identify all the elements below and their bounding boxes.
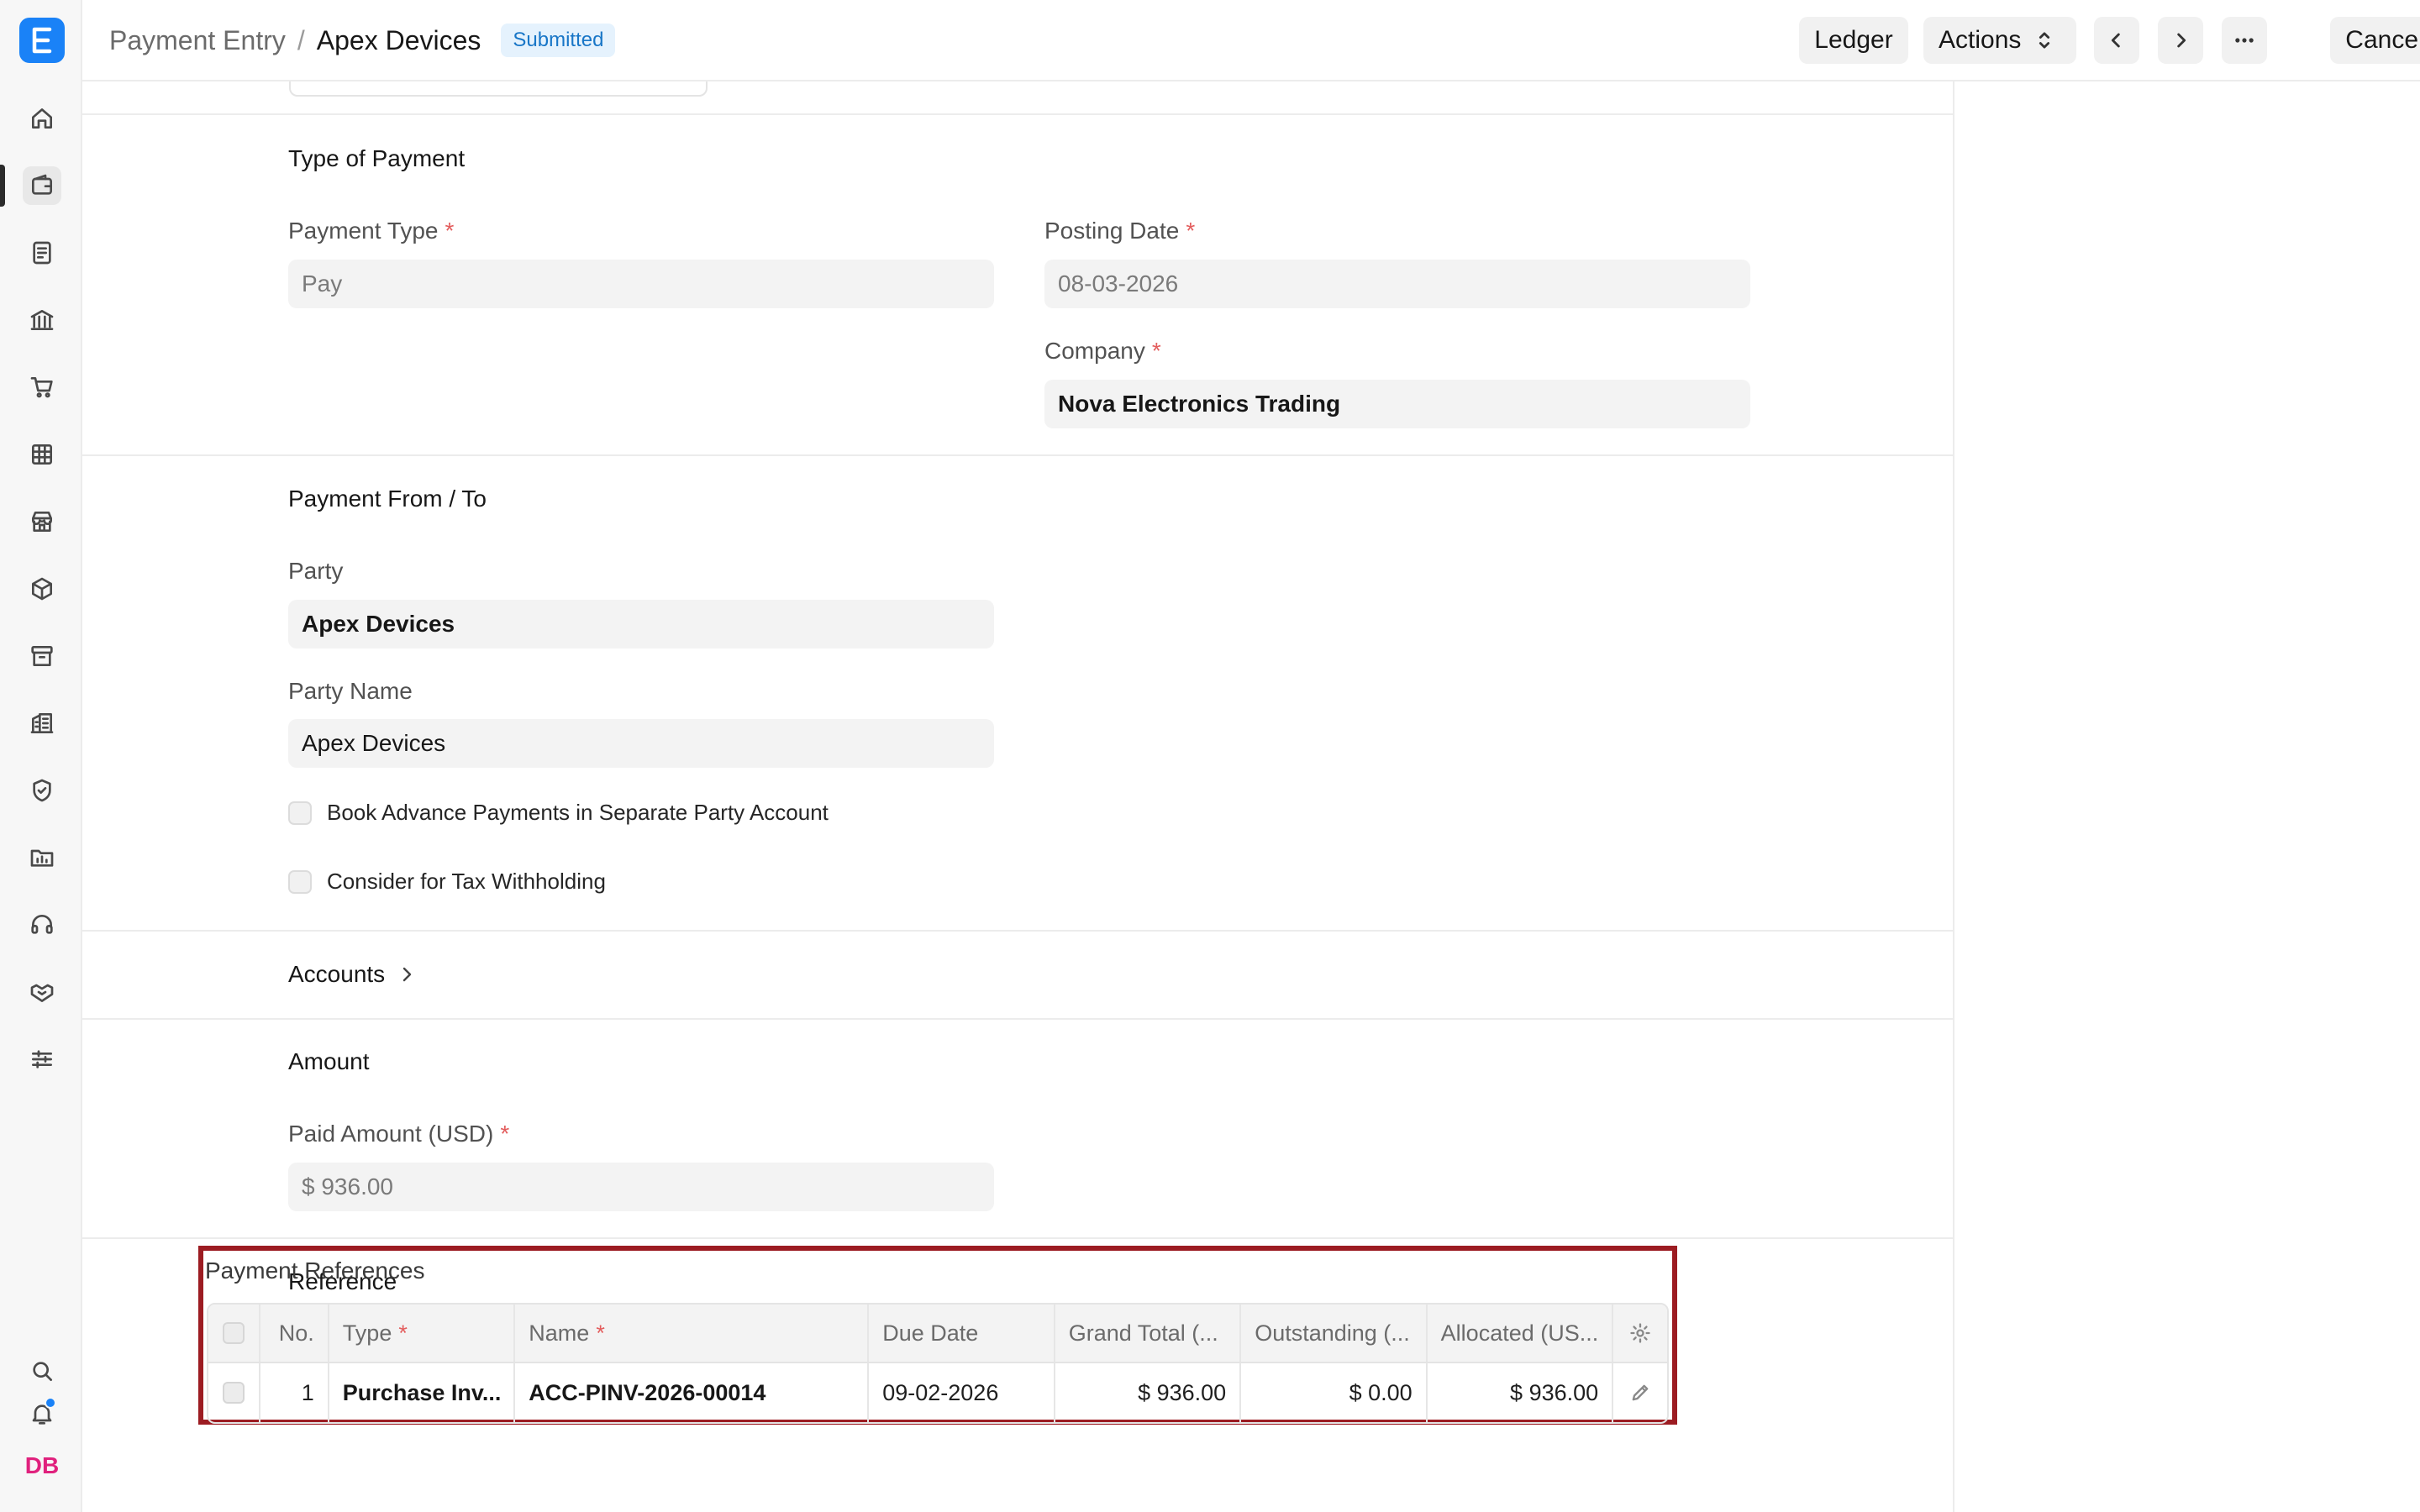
- previous-field-edge: [289, 81, 708, 97]
- box-icon[interactable]: [23, 570, 61, 608]
- handshake-icon[interactable]: [23, 973, 61, 1011]
- party-field[interactable]: Apex Devices: [288, 600, 994, 648]
- paid-amount-field[interactable]: $ 936.00: [288, 1163, 994, 1211]
- previous-button[interactable]: [2094, 17, 2139, 64]
- column-header-due-date: Due Date: [869, 1305, 1055, 1362]
- topbar: Payment Entry / Apex Devices Submitted L…: [82, 0, 2420, 81]
- cell-due-date[interactable]: 09-02-2026: [869, 1363, 1055, 1422]
- payment-references-label: Payment References: [205, 1257, 425, 1284]
- next-button[interactable]: [2158, 17, 2203, 64]
- tax-withholding-checkbox-row[interactable]: Consider for Tax Withholding: [288, 869, 606, 895]
- section-title-accounts: Accounts: [288, 961, 386, 987]
- more-button[interactable]: [2222, 17, 2267, 64]
- column-header-type: Type *: [329, 1305, 516, 1362]
- row-select-cell[interactable]: [208, 1363, 260, 1422]
- payment-type-label: Payment Type *: [288, 218, 455, 244]
- cell-grand-total[interactable]: $ 936.00: [1055, 1363, 1242, 1422]
- cell-allocated[interactable]: $ 936.00: [1428, 1363, 1614, 1422]
- page-title: Apex Devices: [316, 24, 481, 55]
- pencil-icon[interactable]: [1628, 1381, 1652, 1404]
- cell-type[interactable]: Purchase Inv...: [329, 1363, 516, 1422]
- table-header: No. Type * Name * Due Date Grand Total (..…: [208, 1305, 1667, 1363]
- row-checkbox[interactable]: [222, 1382, 245, 1404]
- shield-icon[interactable]: [23, 771, 61, 810]
- party-name-field[interactable]: Apex Devices: [288, 719, 994, 768]
- app-logo[interactable]: [19, 18, 65, 63]
- posting-date-label: Posting Date *: [1044, 218, 1196, 244]
- column-header-grand-total: Grand Total (...: [1055, 1305, 1242, 1362]
- company-label: Company *: [1044, 338, 1161, 364]
- notification-dot: [45, 1397, 56, 1409]
- ellipsis-icon: [2235, 38, 2254, 43]
- section-divider: [82, 113, 1953, 115]
- chevron-left-icon: [2111, 33, 2120, 48]
- building-icon[interactable]: [23, 704, 61, 743]
- bank-icon[interactable]: [23, 301, 61, 339]
- column-header-name: Name *: [515, 1305, 870, 1362]
- breadcrumb: Payment Entry / Apex Devices Submitted: [109, 24, 616, 57]
- section-title-type-of-payment: Type of Payment: [288, 145, 466, 171]
- chevron-right-icon: [402, 967, 412, 982]
- breadcrumb-separator: /: [297, 24, 305, 55]
- wallet-icon[interactable]: [23, 166, 61, 205]
- folder-chart-icon[interactable]: [23, 838, 61, 877]
- gear-icon[interactable]: [1628, 1321, 1652, 1345]
- cancel-button[interactable]: Cancel: [2330, 17, 2420, 64]
- archive-icon[interactable]: [23, 637, 61, 675]
- tax-withholding-checkbox[interactable]: [288, 869, 312, 894]
- avatar[interactable]: DB: [23, 1449, 61, 1483]
- breadcrumb-parent[interactable]: Payment Entry: [109, 25, 286, 56]
- app: DB Payment Entry / Apex Devices Submitte…: [0, 0, 2420, 1512]
- section-title-payment-from-to: Payment From / To: [288, 486, 487, 512]
- company-field[interactable]: Nova Electronics Trading: [1044, 380, 1750, 428]
- payment-type-field[interactable]: Pay: [288, 260, 994, 308]
- column-header-allocated: Allocated (US...: [1428, 1305, 1614, 1362]
- advance-payments-label: Book Advance Payments in Separate Party …: [327, 800, 829, 825]
- actions-button[interactable]: Actions: [1923, 17, 2076, 64]
- home-icon[interactable]: [23, 99, 61, 138]
- tax-withholding-label: Consider for Tax Withholding: [327, 869, 606, 894]
- party-name-label: Party Name: [288, 678, 413, 704]
- advance-payments-checkbox[interactable]: [288, 801, 312, 825]
- cell-outstanding[interactable]: $ 0.00: [1241, 1363, 1428, 1422]
- party-label: Party: [288, 558, 344, 584]
- sidebar: DB: [0, 0, 82, 1512]
- section-divider: [82, 930, 1953, 932]
- cart-icon[interactable]: [23, 368, 61, 407]
- status-badge: Submitted: [501, 24, 616, 57]
- search-icon[interactable]: [23, 1352, 61, 1390]
- column-settings-cell[interactable]: [1613, 1305, 1667, 1362]
- store-icon[interactable]: [23, 502, 61, 541]
- column-header-no: No.: [260, 1305, 329, 1362]
- chevron-right-icon: [2177, 33, 2186, 48]
- posting-date-field[interactable]: 08-03-2026: [1044, 260, 1750, 308]
- paid-amount-label: Paid Amount (USD) *: [288, 1121, 510, 1147]
- sliders-icon[interactable]: [23, 1040, 61, 1079]
- column-header-outstanding: Outstanding (...: [1241, 1305, 1428, 1362]
- select-all-cell[interactable]: [208, 1305, 260, 1362]
- advance-payments-checkbox-row[interactable]: Book Advance Payments in Separate Party …: [288, 800, 829, 826]
- cell-name[interactable]: ACC-PINV-2026-00014: [515, 1363, 870, 1422]
- ledger-button[interactable]: Ledger: [1799, 17, 1908, 64]
- document-icon[interactable]: [23, 234, 61, 272]
- active-indicator: [0, 165, 5, 207]
- table-icon[interactable]: [23, 435, 61, 474]
- headset-icon[interactable]: [23, 906, 61, 944]
- select-all-checkbox[interactable]: [222, 1322, 245, 1344]
- accounts-section-toggle[interactable]: Accounts: [288, 961, 417, 988]
- table-row[interactable]: 1 Purchase Inv... ACC-PINV-2026-00014 09…: [208, 1363, 1667, 1422]
- section-divider: [82, 1018, 1953, 1020]
- payment-references-table: No. Type * Name * Due Date Grand Total (..…: [207, 1303, 1669, 1424]
- section-divider: [82, 1237, 1953, 1239]
- section-divider: [82, 454, 1953, 456]
- section-title-amount: Amount: [288, 1048, 370, 1074]
- cell-no: 1: [260, 1363, 329, 1422]
- row-edit-cell[interactable]: [1613, 1363, 1667, 1422]
- actions-label: Actions: [1939, 26, 2022, 54]
- chevron-updown-icon: [2039, 32, 2050, 49]
